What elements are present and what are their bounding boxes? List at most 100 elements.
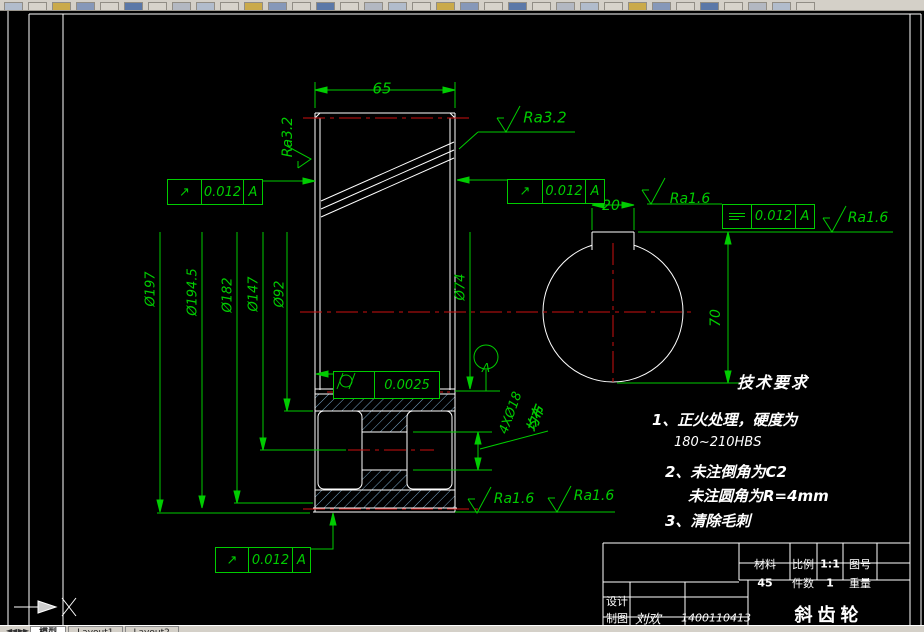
part-name: 斜齿轮 bbox=[794, 605, 864, 626]
toolbar-icon[interactable] bbox=[700, 2, 719, 10]
toolbar-icon[interactable] bbox=[724, 2, 743, 10]
roughness-bottom-1: Ra1.6 bbox=[493, 491, 535, 507]
dim-diameter-194-5: Ø194.5 bbox=[185, 268, 201, 316]
toolbar-icon[interactable] bbox=[796, 2, 815, 10]
draft-label: 制图 bbox=[606, 612, 628, 625]
toolbar-icon[interactable] bbox=[124, 2, 143, 10]
toolbar-icon[interactable] bbox=[580, 2, 599, 10]
toolbar-icon[interactable] bbox=[436, 2, 455, 10]
cad-application-window: 65 Ø197 Ø194.5 Ø182 Ø147 Ø92 Ø74 4XØ18 均… bbox=[0, 0, 924, 632]
toolbar-icon[interactable] bbox=[220, 2, 239, 10]
roughness-icon-far-right bbox=[822, 205, 847, 233]
toolbar-icon[interactable] bbox=[148, 2, 167, 10]
toolbar-icon[interactable] bbox=[76, 2, 95, 10]
toolbar-icon[interactable] bbox=[484, 2, 503, 10]
circular-runout-icon: ↗ bbox=[226, 552, 238, 568]
qty-value: 1 bbox=[826, 576, 834, 590]
toolbar-icon[interactable] bbox=[532, 2, 551, 10]
centerlines bbox=[300, 117, 694, 510]
toolbar-icon[interactable] bbox=[676, 2, 695, 10]
tech-line-4: 未注圆角为R=4mm bbox=[688, 487, 829, 505]
student-no: 1400110413 bbox=[681, 611, 751, 625]
tolerance-value: 0.012 bbox=[751, 205, 795, 228]
symmetry-icon bbox=[723, 205, 751, 228]
dim-diameter-147: Ø147 bbox=[246, 276, 262, 312]
toolbar-icon[interactable] bbox=[508, 2, 527, 10]
toolbar-icon[interactable] bbox=[388, 2, 407, 10]
dim-face-width: 65 bbox=[372, 79, 392, 98]
toolbar-icon[interactable] bbox=[196, 2, 215, 10]
sheet-frame bbox=[7, 11, 922, 625]
tolerance-datum: A bbox=[292, 548, 310, 572]
drawing-linework bbox=[7, 11, 922, 625]
toolbar-icon[interactable] bbox=[292, 2, 311, 10]
design-label: 设计 bbox=[606, 595, 628, 608]
dim-diameter-197: Ø197 bbox=[143, 271, 159, 307]
tech-line-2: 180~210HBS bbox=[674, 435, 762, 450]
tab-layout2[interactable]: Layout2 bbox=[124, 626, 179, 632]
dim-diameter-92: Ø92 bbox=[272, 280, 288, 308]
fcf-runout-bottom: ↗ 0.012 A bbox=[215, 547, 311, 573]
toolbar-icon[interactable] bbox=[460, 2, 479, 10]
scale-value: 1:1 bbox=[820, 557, 840, 571]
roughness-icon-bottom-1 bbox=[467, 486, 492, 514]
toolbar-icon[interactable] bbox=[412, 2, 431, 10]
toolbar-icon[interactable] bbox=[172, 2, 191, 10]
tech-requirements-title: 技术要求 bbox=[737, 373, 810, 392]
fcf-symmetry-right: 0.012 A bbox=[722, 204, 815, 229]
dim-bore-74: Ø74 bbox=[453, 273, 469, 301]
tech-line-5: 3、清除毛刺 bbox=[665, 512, 751, 530]
circular-runout-icon: ↗ bbox=[519, 184, 531, 199]
tolerance-datum: A bbox=[585, 180, 604, 203]
toolbar-icon[interactable] bbox=[604, 2, 623, 10]
tolerance-value: 0.012 bbox=[248, 548, 292, 572]
dim-diameter-182: Ø182 bbox=[220, 277, 236, 313]
circular-runout-icon: ↗ bbox=[179, 184, 190, 200]
tech-line-3: 2、未注倒角为C2 bbox=[665, 463, 787, 481]
tolerance-datum: A bbox=[243, 180, 262, 204]
tech-line-1: 1、正火处理，硬度为 bbox=[652, 411, 798, 429]
material-label: 材料 bbox=[754, 558, 776, 571]
roughness-bottom-2: Ra1.6 bbox=[573, 488, 615, 504]
toolbar-icon[interactable] bbox=[28, 2, 47, 10]
toolbar-icon[interactable] bbox=[364, 2, 383, 10]
qty-label: 件数 bbox=[792, 577, 814, 590]
roughness-left: Ra3.2 bbox=[280, 116, 296, 158]
toolbar-icon[interactable] bbox=[556, 2, 575, 10]
tab-nav-arrows[interactable]: ◄◄ ►► bbox=[6, 626, 29, 632]
toolbar-icon[interactable] bbox=[244, 2, 263, 10]
fcf-cylindricity: 0.0025 bbox=[333, 371, 440, 399]
toolbar-icon[interactable] bbox=[652, 2, 671, 10]
drawing-canvas[interactable]: 65 Ø197 Ø194.5 Ø182 Ø147 Ø92 Ø74 4XØ18 均… bbox=[0, 11, 924, 632]
roughness-top-right: Ra3.2 bbox=[523, 108, 567, 127]
ucs-icon bbox=[14, 597, 77, 617]
tolerance-value: 0.0025 bbox=[374, 372, 439, 398]
material-value: 45 bbox=[757, 576, 773, 590]
toolbar-icon[interactable] bbox=[772, 2, 791, 10]
drawing-no-label: 图号 bbox=[849, 558, 871, 571]
roughness-icon-mid-right bbox=[641, 177, 666, 205]
toolbar-icon[interactable] bbox=[316, 2, 335, 10]
scale-label: 比例 bbox=[792, 558, 814, 571]
cylindricity-icon bbox=[334, 372, 374, 398]
toolbar-icon[interactable] bbox=[100, 2, 119, 10]
tab-model[interactable]: 模型 bbox=[30, 626, 67, 632]
tolerance-value: 0.012 bbox=[542, 180, 585, 203]
toolbar bbox=[0, 0, 924, 11]
layout-tab-bar: ◄◄ ►► 模型 Layout1 Layout2 bbox=[0, 625, 924, 632]
toolbar-icon[interactable] bbox=[628, 2, 647, 10]
fcf-runout-left: ↗ 0.012 A bbox=[167, 179, 263, 205]
roughness-far-right: Ra1.6 bbox=[847, 210, 889, 226]
tolerance-value: 0.012 bbox=[201, 180, 243, 204]
toolbar-icon[interactable] bbox=[4, 2, 23, 10]
tab-layout1[interactable]: Layout1 bbox=[68, 626, 123, 632]
toolbar-stubs bbox=[4, 2, 815, 10]
roughness-icon-bottom-2 bbox=[547, 485, 572, 513]
weight-label: 重量 bbox=[849, 577, 871, 590]
toolbar-icon[interactable] bbox=[340, 2, 359, 10]
dim-keyway-height: 70 bbox=[708, 309, 724, 327]
toolbar-icon[interactable] bbox=[748, 2, 767, 10]
tolerance-datum: A bbox=[795, 205, 814, 228]
toolbar-icon[interactable] bbox=[52, 2, 71, 10]
toolbar-icon[interactable] bbox=[268, 2, 287, 10]
